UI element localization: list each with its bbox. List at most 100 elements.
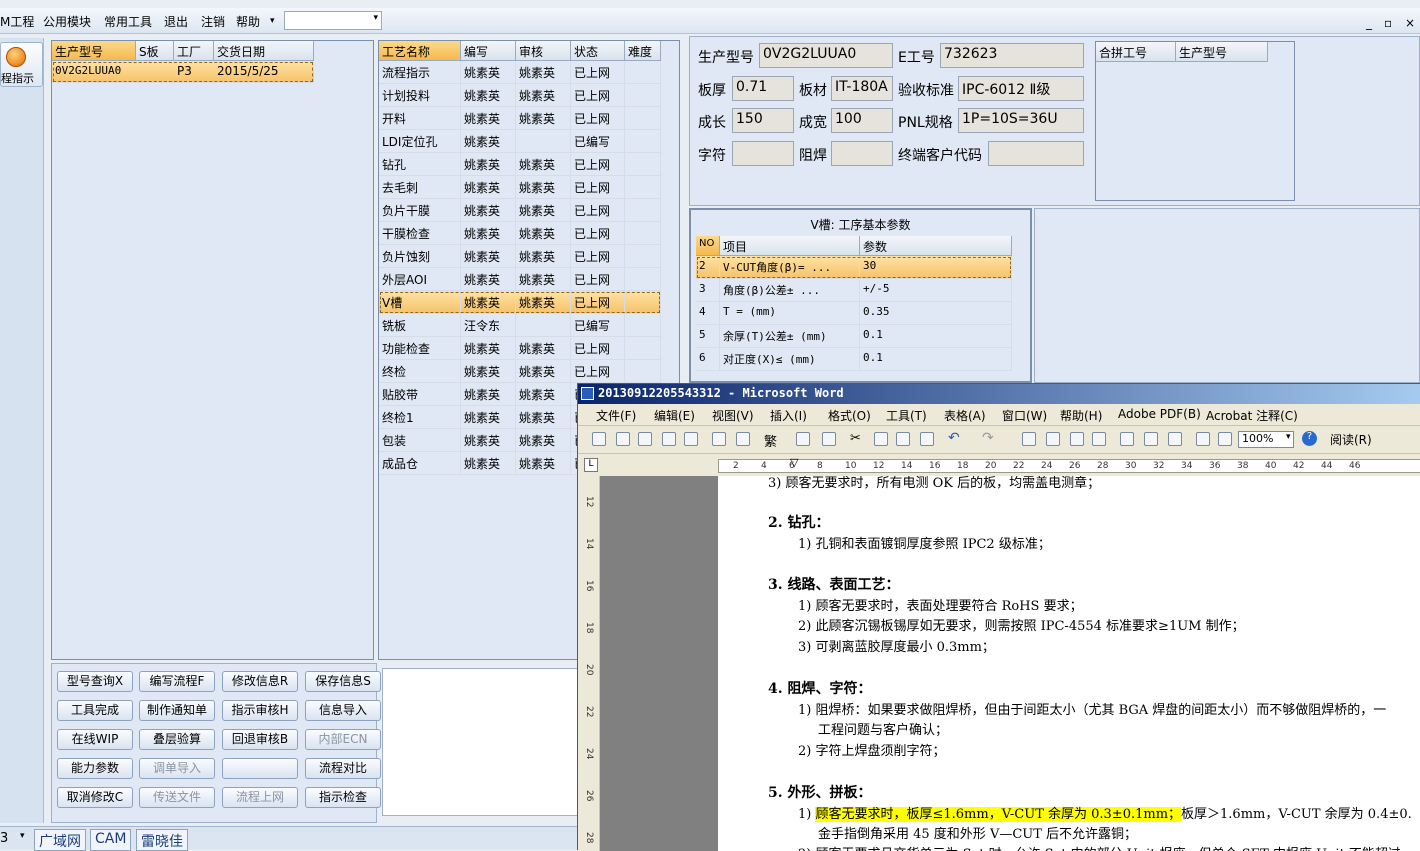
col-process[interactable]: 工艺名称: [379, 41, 461, 60]
cut-icon[interactable]: ✂: [850, 431, 861, 446]
process-row[interactable]: 钻孔 姚素英 姚素英 已上网: [379, 153, 661, 176]
process-row[interactable]: 干膜检查 姚素英 姚素英 已上网: [379, 222, 661, 245]
col-param[interactable]: 参数: [860, 236, 1012, 255]
process-row[interactable]: 功能检查 姚素英 姚素英 已上网: [379, 337, 661, 360]
action-button[interactable]: 制作通知单: [139, 700, 215, 721]
document-page[interactable]: 1) 顾客无要求时，板厚≤1.6mm，V-CUT 余厚为 0.3±0.1mm；板…: [718, 476, 1420, 851]
restore-button[interactable]: ▫: [1384, 16, 1392, 30]
word-menu-item[interactable]: 插入(I): [770, 407, 807, 424]
vcut-row[interactable]: 3 角度(β)公差± ... +/-5: [696, 279, 1012, 302]
model-field[interactable]: 0V2G2LUUA0: [759, 43, 893, 68]
process-row[interactable]: V槽 姚素英 姚素英 已上网: [379, 291, 661, 314]
word-menu-item[interactable]: 表格(A): [944, 407, 986, 424]
process-row[interactable]: 铣板 汪令东 已编写: [379, 314, 661, 337]
spelling-icon[interactable]: [736, 432, 750, 446]
action-button[interactable]: 流程上网: [222, 787, 298, 808]
format-painter-icon[interactable]: [920, 432, 934, 446]
word-menu-item[interactable]: Acrobat 注释(C): [1206, 407, 1298, 424]
vcut-row[interactable]: 2 V-CUT角度(β)= ... 30: [696, 256, 1012, 279]
action-button[interactable]: 取消修改C: [57, 787, 133, 808]
cust-field[interactable]: [988, 141, 1084, 166]
action-button[interactable]: 修改信息R: [222, 671, 298, 692]
tables-borders-icon[interactable]: [1046, 432, 1060, 446]
traditional-chinese-icon[interactable]: 繁: [764, 431, 777, 450]
word-menu-item[interactable]: 帮助(H): [1060, 407, 1102, 424]
wid-field[interactable]: 100: [831, 108, 893, 133]
eng-field[interactable]: 732623: [940, 43, 1084, 68]
vcut-row[interactable]: 6 对正度(X)≤ (mm) 0.1: [696, 348, 1012, 371]
action-button[interactable]: [222, 758, 298, 779]
col-no[interactable]: NO: [696, 236, 720, 255]
drawing-icon[interactable]: [1144, 432, 1158, 446]
action-button[interactable]: 保存信息S: [305, 671, 381, 692]
process-row[interactable]: 流程指示 姚素英 姚素英 已上网: [379, 61, 661, 84]
vcut-row[interactable]: 4T = (mm) 0.35: [696, 302, 1012, 325]
paste-icon[interactable]: [896, 432, 910, 446]
read-button[interactable]: 阅读(R): [1330, 431, 1372, 448]
word-menu-item[interactable]: 编辑(E): [654, 407, 695, 424]
flow-instruction-button[interactable]: 程指示: [0, 42, 43, 87]
action-button[interactable]: 在线WIP: [57, 729, 133, 750]
len-field[interactable]: 150: [732, 108, 794, 133]
col-model[interactable]: 生产型号: [52, 41, 136, 60]
save-icon[interactable]: [638, 432, 652, 446]
status-tab-user[interactable]: 雷晓佳: [136, 829, 188, 851]
paragraph-icon[interactable]: [1218, 432, 1232, 446]
col-merge-no[interactable]: 合拼工号: [1096, 42, 1176, 61]
action-button[interactable]: 编写流程F: [139, 671, 215, 692]
new-doc-icon[interactable]: [592, 432, 606, 446]
process-row[interactable]: 去毛刺 姚素英 姚素英 已上网: [379, 176, 661, 199]
thick-field[interactable]: 0.71: [732, 76, 794, 101]
action-button[interactable]: 指示审核H: [222, 700, 298, 721]
document-map-icon[interactable]: [1168, 432, 1182, 446]
show-hide-icon[interactable]: [1196, 432, 1210, 446]
word-menu-item[interactable]: 窗口(W): [1002, 407, 1047, 424]
indent-marker-icon[interactable]: ▽: [790, 456, 798, 469]
status-tab-wan[interactable]: 广域网: [34, 829, 86, 851]
close-button[interactable]: ×: [1405, 16, 1415, 30]
print-icon[interactable]: [684, 432, 698, 446]
col-status[interactable]: 状态: [571, 41, 625, 60]
insert-excel-icon[interactable]: [1092, 432, 1106, 446]
word-menu-item[interactable]: 视图(V): [712, 407, 754, 424]
col-author[interactable]: 编写: [461, 41, 516, 60]
menu-project[interactable]: M工程: [0, 13, 34, 30]
menu-dropdown-icon[interactable]: ▾: [270, 16, 275, 26]
menu-exit[interactable]: 退出: [164, 13, 188, 30]
copy-icon[interactable]: [874, 432, 888, 446]
action-button[interactable]: 型号查询X: [57, 671, 133, 692]
col-factory[interactable]: 工厂: [174, 41, 214, 60]
action-button[interactable]: 传送文件: [139, 787, 215, 808]
col-delivery[interactable]: 交货日期: [214, 41, 314, 60]
char-field[interactable]: [732, 141, 794, 166]
undo-icon[interactable]: ↶: [948, 430, 960, 446]
action-button[interactable]: 信息导入: [305, 700, 381, 721]
word-menu-item[interactable]: 工具(T): [886, 407, 927, 424]
menu-help[interactable]: 帮助: [236, 13, 260, 30]
insert-table-icon[interactable]: [1070, 432, 1084, 446]
action-button[interactable]: 能力参数: [57, 758, 133, 779]
process-row[interactable]: 终检 姚素英 姚素英 已上网: [379, 360, 661, 383]
process-row[interactable]: 外层AOI 姚素英 姚素英 已上网: [379, 268, 661, 291]
minimize-button[interactable]: _: [1366, 16, 1372, 30]
mask-field[interactable]: [831, 141, 893, 166]
zoom-dropdown-icon[interactable]: ▾: [1286, 432, 1291, 442]
col-merge-model[interactable]: 生产型号: [1176, 42, 1268, 61]
process-row[interactable]: 负片蚀刻 姚素英 姚素英 已上网: [379, 245, 661, 268]
menu-public-module[interactable]: 公用模块: [43, 13, 91, 30]
menu-logout[interactable]: 注销: [201, 13, 225, 30]
status-tab-cam[interactable]: CAM: [90, 829, 132, 851]
process-row[interactable]: 开料 姚素英 姚素英 已上网: [379, 107, 661, 130]
permission-icon[interactable]: [662, 432, 676, 446]
status-dropdown-icon[interactable]: ▾: [20, 831, 25, 841]
word-menu-item[interactable]: Adobe PDF(B): [1118, 407, 1201, 421]
word-menu-item[interactable]: 格式(O): [828, 407, 871, 424]
tab-selector-icon[interactable]: L: [584, 458, 598, 472]
print-preview-icon[interactable]: [712, 432, 726, 446]
open-icon[interactable]: [616, 432, 630, 446]
redo-icon[interactable]: ↷: [982, 430, 994, 446]
pnl-field[interactable]: 1P=10S=36U: [958, 108, 1084, 133]
action-button[interactable]: 流程对比: [305, 758, 381, 779]
menu-combo-box[interactable]: [284, 11, 382, 30]
action-button[interactable]: 内部ECN: [305, 729, 381, 750]
